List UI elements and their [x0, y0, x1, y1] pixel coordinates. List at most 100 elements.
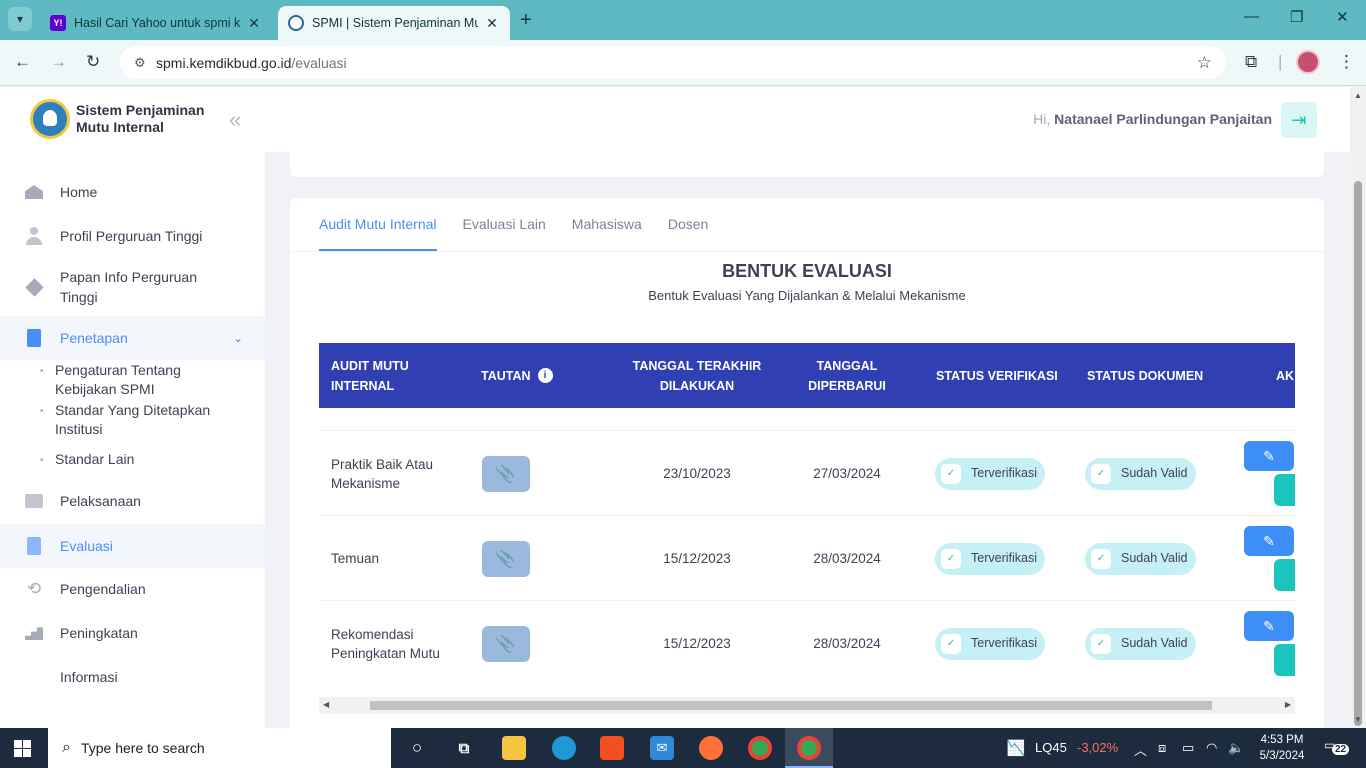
clock-time: 4:53 PM — [1260, 734, 1304, 746]
sidebar-item-pengendalian[interactable]: ⟲ Pengendalian — [0, 567, 265, 611]
top-header: Hi, Natanael Parlindungan Panjaitan ⇥ — [265, 87, 1350, 152]
scrollbar-thumb[interactable] — [1354, 181, 1362, 726]
user-greeting: Hi, Natanael Parlindungan Panjaitan — [1033, 111, 1272, 127]
scroll-up-icon[interactable]: ▲ — [1354, 91, 1362, 100]
new-tab-icon[interactable]: + — [520, 9, 532, 32]
stock-chart-icon[interactable]: 📉 — [1004, 736, 1028, 760]
attachment-button[interactable]: 📎 — [482, 455, 530, 492]
sidebar-subitem-standar-institusi[interactable]: • Standar Yang Ditetapkan Institusi — [40, 401, 240, 439]
tab-evaluasi-lain[interactable]: Evaluasi Lain — [463, 198, 546, 251]
taskbar-search[interactable]: ⌕ Type here to search — [48, 728, 391, 768]
task-view-icon[interactable]: ⧉ — [452, 736, 476, 760]
sidebar-collapse-icon[interactable]: « — [229, 107, 241, 133]
tab-search-button[interactable]: ▾ — [8, 7, 32, 31]
wifi-icon[interactable]: ◠ — [1206, 740, 1217, 756]
sidebar-item-home[interactable]: Home — [0, 170, 265, 214]
paperclip-icon: 📎 — [495, 549, 517, 568]
file-explorer-icon[interactable] — [502, 736, 526, 760]
tab-audit-mutu-internal[interactable]: Audit Mutu Internal — [319, 198, 437, 251]
chrome-icon[interactable] — [748, 736, 772, 760]
sidebar-subitem-kebijakan[interactable]: • Pengaturan Tentang Kebijakan SPMI — [40, 361, 240, 399]
extensions-icon[interactable]: ⧉ — [1245, 52, 1257, 72]
info-icon[interactable]: i — [537, 368, 553, 383]
check-icon: ✓ — [1091, 633, 1111, 654]
cortana-icon[interactable]: ○ — [405, 736, 429, 760]
status-badge-label: Sudah Valid — [1121, 636, 1188, 650]
table-row: Praktik Baik Atau Mekanisme 📎 23/10/2023… — [319, 430, 1295, 515]
action-button[interactable] — [1274, 474, 1295, 506]
status-badge-label: Terverifikasi — [971, 636, 1037, 650]
page-vertical-scrollbar[interactable]: ▲ ▼ — [1350, 87, 1366, 728]
back-icon[interactable]: ← — [14, 52, 31, 72]
url-path: /evaluasi — [291, 54, 347, 71]
store-icon[interactable] — [600, 736, 624, 760]
sidebar-item-label: Profil Perguruan Tinggi — [60, 228, 203, 244]
scroll-right-icon[interactable]: ▶ — [1285, 700, 1291, 709]
bookmark-star-icon[interactable]: ☆ — [1197, 53, 1212, 73]
sidebar-subitem-standar-lain[interactable]: • Standar Lain — [40, 450, 240, 470]
sidebar-item-papan-info[interactable]: Papan Info Perguruan Tinggi — [0, 258, 265, 316]
tray-chevron-icon[interactable]: ︿ — [1134, 740, 1147, 759]
tabs-divider — [290, 251, 1324, 252]
browser-tab-spmi[interactable]: SPMI | Sistem Penjaminan Mutu ✕ — [278, 6, 510, 40]
tab-close-icon[interactable]: ✕ — [246, 15, 262, 32]
logout-button[interactable]: ⇥ — [1281, 102, 1317, 138]
sidebar-item-label: Peningkatan — [60, 625, 138, 641]
check-icon: ✓ — [941, 633, 961, 654]
taskbar-clock[interactable]: 4:53 PM 5/3/2024 — [1252, 732, 1312, 764]
site-settings-icon[interactable]: ⚙ — [134, 55, 156, 71]
minimize-icon[interactable]: — — [1244, 8, 1259, 25]
sidebar-item-pelaksanaan[interactable]: Pelaksanaan — [0, 479, 265, 523]
scrollbar-thumb[interactable] — [370, 701, 1212, 710]
cell-document: ✓ Sudah Valid — [1085, 516, 1196, 601]
clipboard-icon — [24, 536, 44, 556]
tab-dosen[interactable]: Dosen — [668, 198, 708, 251]
firefox-icon[interactable] — [699, 736, 723, 760]
browser-tab-yahoo[interactable]: Y! Hasil Cari Yahoo untuk spmi kem ✕ — [40, 6, 272, 40]
info-placeholder-icon — [24, 667, 44, 687]
restore-icon[interactable]: ❐ — [1290, 8, 1303, 26]
sidebar-item-informasi[interactable]: Informasi — [0, 655, 265, 699]
logout-icon: ⇥ — [1291, 109, 1307, 130]
attachment-button[interactable]: 📎 — [482, 540, 530, 577]
tab-mahasiswa[interactable]: Mahasiswa — [572, 198, 642, 251]
browser-menu-icon[interactable]: ⋮ — [1338, 52, 1355, 72]
volume-icon[interactable]: 🔈 — [1228, 740, 1244, 756]
brand[interactable]: Sistem Penjaminan Mutu Internal — [30, 99, 204, 139]
sidebar-item-peningkatan[interactable]: Peningkatan — [0, 611, 265, 655]
edit-button[interactable]: ✎ — [1244, 526, 1294, 556]
sidebar-item-profil[interactable]: Profil Perguruan Tinggi — [0, 214, 265, 258]
action-button[interactable] — [1274, 644, 1295, 676]
sidebar-item-label: Home — [60, 184, 98, 200]
stock-name: LQ45 — [1035, 740, 1067, 755]
action-button[interactable] — [1274, 559, 1295, 591]
battery-icon[interactable]: ▭ — [1182, 740, 1194, 756]
edit-button[interactable]: ✎ — [1244, 441, 1294, 471]
profile-avatar[interactable] — [1296, 50, 1320, 74]
forward-icon[interactable]: → — [50, 52, 67, 72]
edge-icon[interactable] — [552, 736, 576, 760]
notification-center-icon[interactable]: ▭ 22 — [1324, 738, 1350, 755]
brand-line-1: Sistem Penjaminan — [76, 102, 205, 118]
close-window-icon[interactable]: ✕ — [1336, 8, 1349, 26]
yahoo-icon: Y! — [50, 15, 66, 31]
tray-meet-icon[interactable]: ⧈ — [1158, 740, 1166, 756]
address-bar[interactable]: ⚙ spmi.kemdikbud.go.id/evaluasi ☆ — [120, 46, 1226, 79]
taskbar-active-chrome[interactable] — [785, 728, 833, 768]
evaluation-table[interactable]: AUDIT MUTU INTERNAL TAUTAN i TANGGAL TER… — [319, 343, 1295, 683]
brand-line-2: Mutu Internal — [76, 119, 164, 135]
scroll-down-icon[interactable]: ▼ — [1354, 715, 1362, 724]
attachment-button[interactable]: 📎 — [482, 625, 530, 662]
mail-icon[interactable]: ✉ — [650, 736, 674, 760]
sidebar-item-penetapan[interactable]: Penetapan ⌄ — [0, 316, 265, 360]
reload-icon[interactable]: ↻ — [86, 52, 100, 72]
sidebar-item-evaluasi[interactable]: Evaluasi — [0, 524, 265, 568]
edit-button[interactable]: ✎ — [1244, 611, 1294, 641]
status-badge: ✓ Terverifikasi — [935, 542, 1045, 575]
column-header-document: STATUS DOKUMEN — [1087, 368, 1204, 383]
scroll-left-icon[interactable]: ◀ — [323, 700, 329, 709]
tab-close-icon[interactable]: ✕ — [484, 15, 500, 32]
cell-last-done: 15/12/2023 — [663, 636, 731, 651]
table-horizontal-scrollbar[interactable]: ◀ ▶ — [319, 697, 1295, 714]
windows-start-icon[interactable] — [14, 740, 31, 757]
